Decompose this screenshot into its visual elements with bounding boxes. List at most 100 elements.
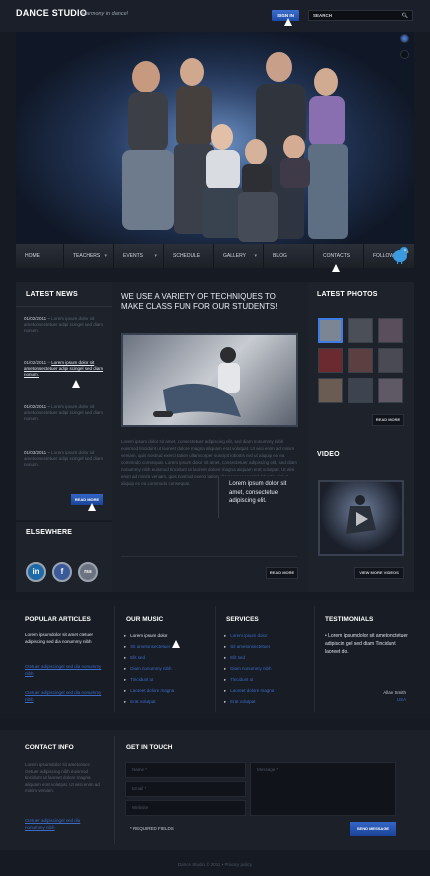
services-list-item[interactable]: Diam nonummy nibh bbox=[224, 666, 271, 672]
article-link[interactable]: Ctetuer adipiscingel sed dia nonummy nib… bbox=[25, 664, 101, 676]
hero-dancers-image bbox=[66, 42, 366, 242]
photo-thumbnail[interactable] bbox=[318, 378, 343, 403]
dancer-photo bbox=[153, 347, 241, 417]
nav-label: EVENTS bbox=[123, 253, 144, 259]
latest-photos-title: LATEST PHOTOS bbox=[317, 291, 378, 298]
contact-info-title: CONTACT INFO bbox=[25, 744, 74, 751]
news-date: 01/02/2011 bbox=[24, 360, 47, 365]
center-heading: WE USE A VARIETY OF TECHNIQUES TO MAKE C… bbox=[121, 292, 278, 311]
video-title: VIDEO bbox=[317, 451, 340, 458]
nav-label: SCHEDULE bbox=[173, 253, 201, 259]
services-list-item[interactable]: Laoreet dolore magna bbox=[224, 688, 274, 694]
services-list-item[interactable]: Elit sed bbox=[224, 655, 245, 661]
music-list-item[interactable]: Elit sed bbox=[124, 655, 145, 661]
testimonial-author: Allan Smith bbox=[383, 690, 406, 695]
services-list-item[interactable]: Tincidunt ut bbox=[224, 677, 253, 683]
facebook-icon[interactable]: f bbox=[52, 562, 72, 582]
nav-item-blog[interactable]: BLOG bbox=[264, 244, 314, 268]
news-item: 01/02/2011 – Lorem ipsum dolor sit ameto… bbox=[24, 404, 104, 421]
latest-news-title: LATEST NEWS bbox=[26, 291, 78, 298]
nav-item-gallery[interactable]: GALLERY ▾ bbox=[214, 244, 264, 268]
center-pull-quote: Lorem ipsum dolor sit amet, consectetue … bbox=[218, 476, 298, 518]
chevron-down-icon: ▾ bbox=[154, 253, 157, 259]
news-date: 01/03/2011 bbox=[24, 450, 47, 455]
photo-thumbnail[interactable] bbox=[378, 348, 403, 373]
music-list-item[interactable]: Sit ametonsectetuer bbox=[124, 644, 170, 650]
message-field[interactable]: Message * bbox=[250, 762, 396, 816]
pointer-cursor-icon bbox=[332, 264, 340, 272]
photo-thumbnail[interactable] bbox=[348, 378, 373, 403]
search-input[interactable]: SEARCH 🔍︎ bbox=[308, 10, 413, 21]
center-feature-image bbox=[121, 333, 298, 427]
site-logo[interactable]: DANCE STUDIO bbox=[16, 8, 87, 18]
contact-info-link: Ctetuer adipiscingel sed dia nonummy nib… bbox=[25, 818, 101, 831]
divider bbox=[114, 736, 115, 844]
news-date: 01/02/2011 bbox=[24, 316, 47, 321]
contact-info-text: Lorem ipsumdolor sit ametonsec ctetuer a… bbox=[25, 762, 100, 793]
contact-link[interactable]: Ctetuer adipiscingel sed dia nonummy nib… bbox=[25, 818, 80, 830]
article-link[interactable]: Ctetuer adipiscingel sed dia nonummy nib… bbox=[25, 690, 101, 702]
divider bbox=[114, 606, 115, 712]
send-message-button[interactable]: SEND MESSAGE bbox=[350, 822, 396, 836]
services-list-item[interactable]: Sit ametonsectetuer bbox=[224, 644, 270, 650]
news-item: 01/03/2011 – Lorem ipsum dolor sit ameto… bbox=[24, 450, 104, 467]
view-more-videos-button[interactable]: VIEW MORE VIDEOS bbox=[354, 567, 404, 579]
slider-dot-1[interactable] bbox=[400, 34, 409, 43]
required-fields-note: * REQUIRED FIELDS bbox=[130, 826, 174, 831]
popular-articles-lead: Lorem ipsumdolor sit amet ctetuer adipis… bbox=[25, 632, 94, 644]
services-list-item[interactable]: Lorem ipsum dolor bbox=[224, 633, 267, 639]
pointer-cursor-icon bbox=[284, 18, 292, 26]
services-list-item[interactable]: Erat volutpat bbox=[224, 699, 255, 705]
nav-item-home[interactable]: HOME bbox=[16, 244, 64, 268]
photo-thumbnail[interactable] bbox=[378, 318, 403, 343]
slider-dot-2[interactable] bbox=[400, 50, 409, 59]
testimonial-quote: • Lorem ipsumdolor sit ametonctetuer adi… bbox=[325, 633, 408, 655]
our-music-title: OUR MUSIC bbox=[126, 616, 164, 623]
elsewhere-title: ELSEWHERE bbox=[26, 529, 73, 536]
rss-icon[interactable]: rss bbox=[78, 562, 98, 582]
nav-item-teachers[interactable]: TEACHERS ▾ bbox=[64, 244, 114, 268]
music-list-item[interactable]: Lorem ipsum dolor bbox=[124, 633, 167, 639]
copyright-text: Dance Studio © 2011 • Privacy policy bbox=[177, 862, 253, 867]
linkedin-icon[interactable]: in bbox=[26, 562, 46, 582]
nav-label: TEACHERS bbox=[73, 253, 101, 259]
search-icon[interactable]: 🔍︎ bbox=[402, 12, 408, 21]
slider-pagination bbox=[400, 34, 412, 66]
get-in-touch-title: GET IN TOUCH bbox=[126, 744, 173, 751]
chevron-down-icon: ▾ bbox=[104, 253, 107, 259]
nav-label: GALLERY bbox=[223, 253, 246, 259]
photo-thumbnail[interactable] bbox=[378, 378, 403, 403]
photo-thumbnail[interactable] bbox=[318, 318, 343, 343]
pointer-cursor-icon bbox=[88, 503, 96, 511]
video-player[interactable] bbox=[318, 480, 404, 556]
main-nav: HOME TEACHERS ▾ EVENTS ▾ SCHEDULE GALLERY ▾… bbox=[16, 244, 414, 268]
popular-article-link: Ctetuer adipiscingel sed dia nonummy nib… bbox=[25, 690, 103, 703]
photo-thumbnail[interactable] bbox=[318, 348, 343, 373]
twitter-bird-icon[interactable] bbox=[391, 245, 409, 265]
news-item: 01/02/2011 – Lorem ipsum dolor sit ameto… bbox=[24, 316, 104, 333]
video-thumbnail bbox=[346, 495, 376, 534]
music-list-item[interactable]: Erat volutpat bbox=[124, 699, 155, 705]
site-slogan: Harmony in dance! bbox=[82, 11, 129, 17]
photo-thumbnail[interactable] bbox=[348, 348, 373, 373]
nav-item-schedule[interactable]: SCHEDULE bbox=[164, 244, 214, 268]
name-field[interactable]: Name * bbox=[125, 762, 246, 778]
search-label: SEARCH bbox=[313, 13, 333, 18]
pull-quote-text: Lorem ipsum dolor sit amet, consectetue … bbox=[229, 481, 287, 504]
center-read-more-button[interactable]: READ MORE bbox=[266, 567, 298, 579]
news-item: 01/02/2011 – Lorem ipsum dolor sit ameto… bbox=[24, 360, 104, 377]
services-title: SERVICES bbox=[226, 616, 259, 623]
music-list-item[interactable]: Laoreet dolore magna bbox=[124, 688, 174, 694]
testimonials-title: TESTIMONIALS bbox=[325, 616, 374, 623]
nav-item-events[interactable]: EVENTS ▾ bbox=[114, 244, 164, 268]
website-field[interactable]: Website bbox=[125, 800, 246, 816]
news-read-more-button[interactable]: READ MORE bbox=[71, 494, 103, 505]
photo-thumbnail[interactable] bbox=[348, 318, 373, 343]
nav-label: HOME bbox=[25, 253, 40, 259]
email-field[interactable]: Email * bbox=[125, 781, 246, 797]
pointer-cursor-icon bbox=[172, 640, 180, 648]
music-list-item[interactable]: Diam nonummy nibh bbox=[124, 666, 171, 672]
testimonial-location: USA bbox=[396, 697, 406, 702]
photos-read-more-button[interactable]: READ MORE bbox=[372, 414, 404, 426]
music-list-item[interactable]: Tincidunt ut bbox=[124, 677, 153, 683]
